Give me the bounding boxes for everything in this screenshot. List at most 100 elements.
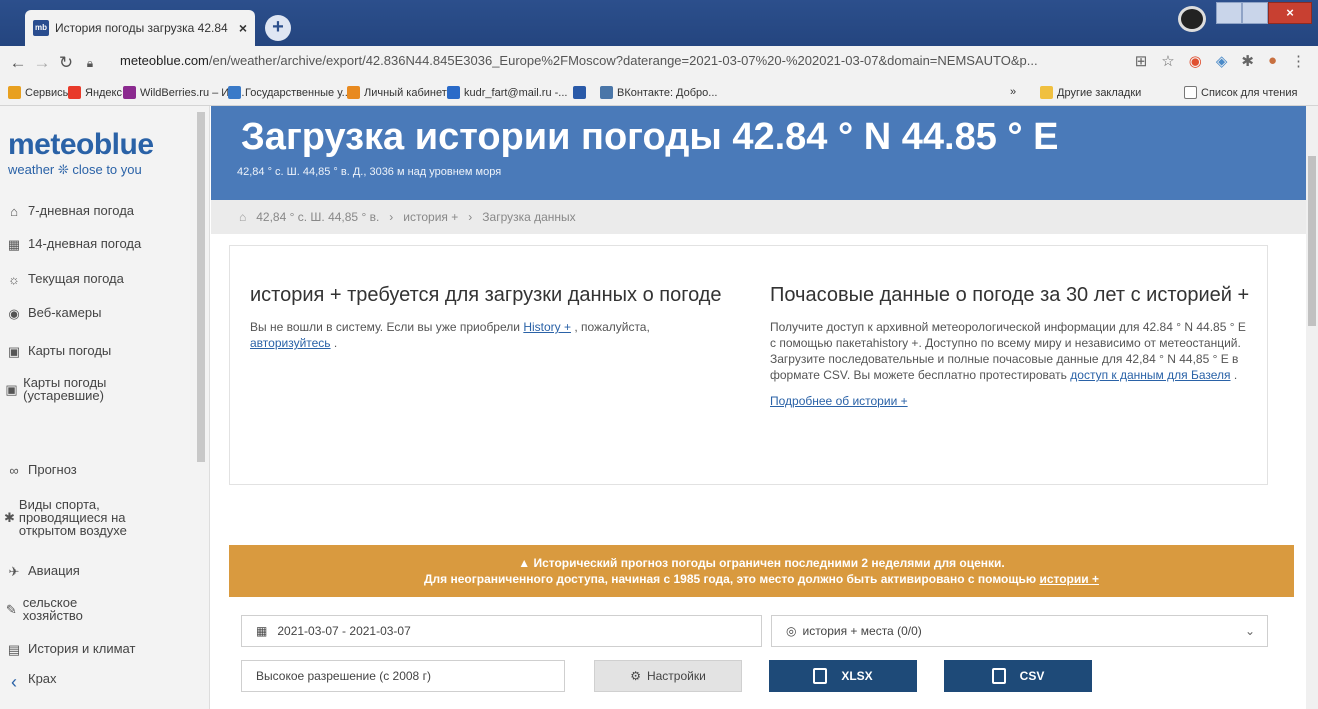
forward-arrow-icon[interactable]: → <box>30 53 54 73</box>
gosuslugi-icon <box>228 86 241 99</box>
login-required-section: история + требуется для загрузки данных … <box>250 281 730 351</box>
file-download-icon <box>991 668 1006 684</box>
lock-icon: 🔒︎ <box>86 55 94 70</box>
maximize-button[interactable] <box>1242 2 1268 24</box>
sidebar-collapse[interactable]: ‹ Крах <box>0 672 196 693</box>
apps-icon <box>8 86 21 99</box>
settings-button[interactable]: ⚙ Настройки <box>594 660 742 692</box>
reload-icon[interactable]: ↻ <box>54 53 78 73</box>
extension-icon[interactable]: ◈ <box>1216 52 1228 70</box>
login-required-heading: история + требуется для загрузки данных … <box>250 284 722 306</box>
bookmark-item[interactable]: Государственные у... <box>228 86 351 99</box>
bookmark-item[interactable] <box>573 86 590 99</box>
forecast-icon: ∞ <box>9 463 19 478</box>
chevron-left-icon: ‹ <box>11 672 17 692</box>
bookmark-item[interactable]: WildBerries.ru – Ин... <box>123 86 244 99</box>
bookmarks-more[interactable]: » <box>1010 86 1016 98</box>
star-icon[interactable]: ☆ <box>1161 52 1174 70</box>
sidebar-item-aviation[interactable]: ✈ Авиация <box>0 564 196 580</box>
page-subtitle: 42,84 ° с. Ш. 44,85 ° в. Д., 3036 м над … <box>237 166 502 178</box>
profile-icon[interactable]: ● <box>1268 52 1277 70</box>
sidebar-item-history[interactable]: ▤ История и климат <box>0 642 196 658</box>
calendar-icon: ▦ <box>256 624 268 638</box>
history-plus-link[interactable]: History + <box>523 320 571 334</box>
menu-icon[interactable]: ⋮ <box>1291 52 1306 70</box>
extension-icons: ⊞ ☆ ◉ ◈ ✱ ● ⋮ <box>1135 52 1306 70</box>
daterange-input[interactable]: ▦ 2021-03-07 - 2021-03-07 <box>241 615 762 647</box>
browser-tab[interactable]: mb История погоды загрузка 42.84 × <box>25 10 255 46</box>
history-activation-link[interactable]: истории + <box>1039 572 1099 586</box>
mail-icon <box>447 86 460 99</box>
bookmarks-bar: Сервисы Яндекс WildBerries.ru – Ин... Го… <box>0 80 1318 106</box>
chevron-down-icon: ⌄ <box>1244 624 1255 638</box>
sidebar-item-agriculture[interactable]: ✎ сельское хозяйство <box>0 596 110 622</box>
sun-cloud-icon: ☼ <box>8 272 20 287</box>
tab-close-icon[interactable]: × <box>239 20 247 36</box>
plane-icon: ✈ <box>8 564 20 579</box>
sidebar-item-7day[interactable]: ⌂ 7-дневная погода <box>0 204 196 219</box>
url-field[interactable]: meteoblue.com/en/weather/archive/export/… <box>120 53 1038 68</box>
download-csv-button[interactable]: CSV <box>944 660 1092 692</box>
tab-title: История погоды загрузка 42.84 <box>55 21 228 35</box>
extension-icon[interactable]: ◉ <box>1189 52 1202 70</box>
vk-icon <box>600 86 613 99</box>
sidebar-item-forecast[interactable]: ∞ Прогноз <box>0 463 196 478</box>
window-close-button[interactable]: × <box>1268 2 1312 24</box>
home-icon: ⌂ <box>10 204 18 219</box>
page-scrollbar[interactable] <box>1306 106 1318 709</box>
cabinet-icon <box>347 86 360 99</box>
login-required-text: Вы не вошли в систему. Если вы уже приоб… <box>250 320 650 350</box>
browser-titlebar: mb История погоды загрузка 42.84 × + × <box>0 0 1318 46</box>
scrollbar-thumb[interactable] <box>1308 156 1316 326</box>
file-download-icon <box>813 668 828 684</box>
folder-icon <box>1040 86 1053 99</box>
learn-more-link[interactable]: Подробнее об истории + <box>770 394 908 408</box>
warning-banner: ▲ Исторический прогноз погоды ограничен … <box>229 545 1294 597</box>
leaf-icon: ✎ <box>5 602 17 617</box>
download-xlsx-button[interactable]: XLSX <box>769 660 917 692</box>
address-bar: ← → ↻ 🔒︎ meteoblue.com/en/weather/archiv… <box>0 46 1318 80</box>
sidebar-item-maps[interactable]: ▣ Карты погоды <box>0 344 196 360</box>
learn-more-paragraph: Подробнее об истории + <box>770 393 1250 409</box>
webcam-icon: ◉ <box>8 306 20 321</box>
breadcrumb-location[interactable]: 42,84 ° с. Ш. 44,85 ° в. <box>256 210 379 224</box>
location-select[interactable]: ◎ история + места (0/0) ⌄ <box>771 615 1268 647</box>
breadcrumb-download: Загрузка данных <box>482 210 576 224</box>
map-pin-icon: ◎ <box>786 624 797 638</box>
bookmark-item[interactable]: Яндекс <box>68 86 122 99</box>
minimize-button[interactable] <box>1216 2 1242 24</box>
gear-icon: ⚙ <box>630 669 641 683</box>
sidebar-item-outdoor-sports[interactable]: ✱ Виды спорта, проводящиеся на открытом в… <box>0 498 180 537</box>
profile-avatar[interactable] <box>1178 6 1206 32</box>
hourly-data-text: Получите доступ к архивной метеорологиче… <box>770 320 1246 382</box>
sidebar: meteoblue weather ❊ close to you ⌂ 7-днев… <box>0 106 210 709</box>
chevron-right-icon: › <box>468 210 473 224</box>
other-bookmarks[interactable]: Другие закладки <box>1040 86 1141 99</box>
resolution-select[interactable]: Высокое разрешение (с 2008 г) <box>241 660 565 692</box>
bookmark-item[interactable]: kudr_fart@mail.ru -... <box>447 86 567 99</box>
page-header: Загрузка истории погоды 42.84 ° N 44.85 … <box>211 106 1306 200</box>
login-link[interactable]: авторизуйтесь <box>250 336 331 350</box>
hourly-data-heading: Почасовые данные о погоде за 30 лет с ис… <box>770 284 1250 306</box>
sidebar-item-14day[interactable]: ▦ 14-дневная погода <box>0 237 196 253</box>
breadcrumb-history[interactable]: история + <box>403 210 458 224</box>
bookmark-item[interactable]: ВКонтакте: Добро... <box>600 86 717 99</box>
bookmark-item[interactable]: Сервисы <box>8 86 71 99</box>
calendar-icon: ▦ <box>7 237 21 252</box>
back-arrow-icon[interactable]: ← <box>6 53 30 73</box>
home-icon[interactable]: ⌂ <box>239 210 246 224</box>
sidebar-item-webcams[interactable]: ◉ Веб-камеры <box>0 306 196 322</box>
meteoblue-logo[interactable]: meteoblue weather ❊ close to you <box>8 128 154 178</box>
basel-data-link[interactable]: доступ к данным для Базеля <box>1070 368 1230 382</box>
bookmark-item[interactable]: Личный кабинет <box>347 86 447 99</box>
hourly-data-section: Почасовые данные о погоде за 30 лет с ис… <box>770 281 1250 409</box>
wildberries-icon <box>123 86 136 99</box>
sidebar-item-maps-old[interactable]: ▣ Карты погоды (устаревшие) <box>0 376 150 402</box>
sidebar-item-current[interactable]: ☼ Текущая погода <box>0 272 196 287</box>
info-card: история + требуется для загрузки данных … <box>229 245 1268 485</box>
new-tab-button[interactable]: + <box>265 15 291 41</box>
translate-icon[interactable]: ⊞ <box>1135 52 1148 70</box>
puzzle-icon[interactable]: ✱ <box>1241 52 1254 70</box>
sidebar-scrollbar[interactable] <box>197 112 205 462</box>
reading-list[interactable]: Список для чтения <box>1184 86 1297 99</box>
